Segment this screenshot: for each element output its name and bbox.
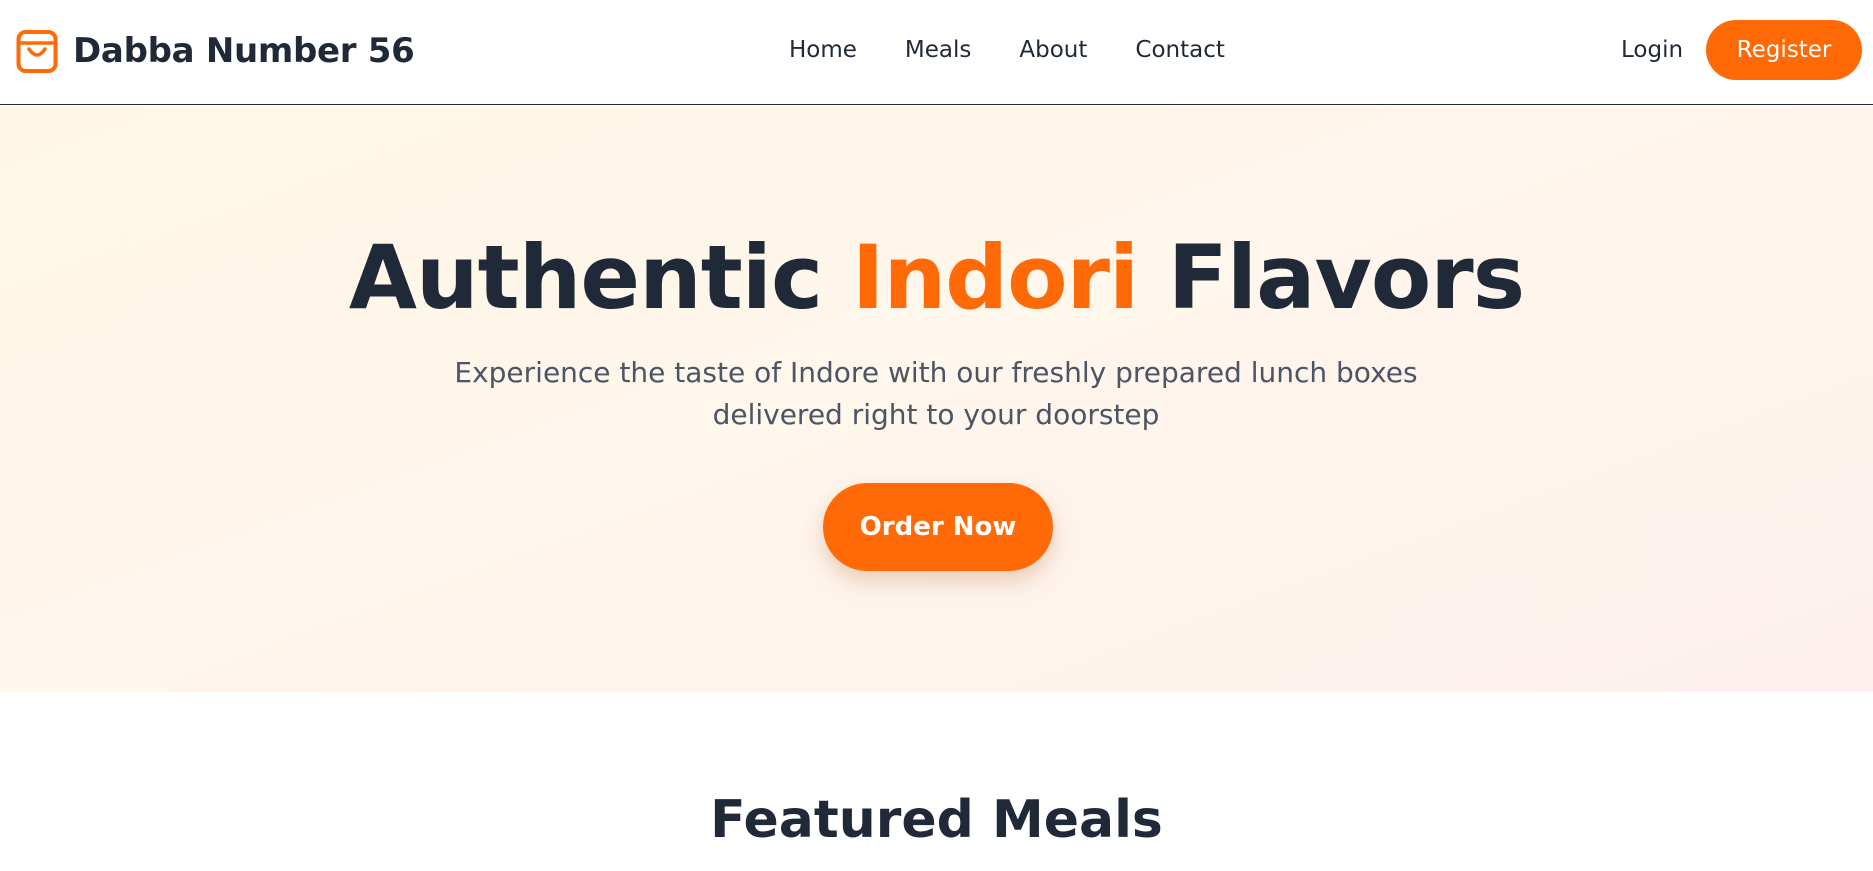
login-link[interactable]: Login [1621,37,1683,63]
hero-title-accent: Indori [851,226,1139,329]
nav-link-contact[interactable]: Contact [1135,37,1224,63]
hero-title-part1: Authentic [348,226,852,329]
hero-section: Authentic Indori Flavors Experience the … [0,106,1873,692]
nav-link-meals[interactable]: Meals [905,37,971,63]
brand-logo-link[interactable]: Dabba Number 56 [16,28,415,74]
hero-subtitle: Experience the taste of Indore with our … [436,352,1436,436]
hero-title: Authentic Indori Flavors [0,226,1873,329]
nav-link-home[interactable]: Home [789,37,857,63]
hero-title-part2: Flavors [1138,226,1525,329]
register-button[interactable]: Register [1706,20,1862,80]
order-now-button[interactable]: Order Now [823,483,1053,571]
shopping-bag-icon [16,30,58,73]
main-nav: Home Meals About Contact [789,37,1225,63]
nav-link-about[interactable]: About [1019,37,1087,63]
site-header: Dabba Number 56 Home Meals About Contact… [0,0,1873,105]
hero-subtitle-line1: Experience the taste of Indore with our … [454,356,1418,389]
hero-subtitle-line2: delivered right to your doorstep [712,398,1160,431]
brand-name: Dabba Number 56 [73,31,415,71]
featured-meals-heading: Featured Meals [710,790,1163,850]
